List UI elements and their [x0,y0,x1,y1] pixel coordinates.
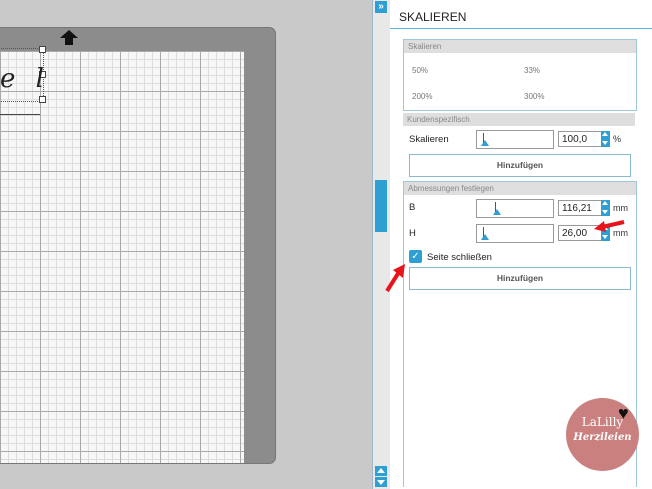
scale-unit: % [613,134,622,144]
logo-line2: Herzileien [573,432,632,443]
arrow-up-icon [377,468,385,473]
width-label: B [409,202,416,213]
custom-add-button[interactable]: Hinzufügen [409,154,631,177]
section-header: Skalieren [404,40,636,53]
slider-thumb[interactable] [481,234,489,240]
stepper-down-icon[interactable] [602,141,608,145]
panel-title: SKALIEREN [399,10,467,24]
feed-direction-arrow-icon [60,30,78,38]
selection-handle-bottom-right[interactable] [39,96,46,103]
scale-label: Skalieren [409,134,449,145]
width-value-input[interactable]: 116,21 [558,200,602,216]
slider-thumb[interactable] [481,140,489,146]
collapse-panel-icon[interactable]: » [375,1,387,13]
heart-icon: ♥ [618,403,629,423]
preset-50[interactable]: 50% [412,66,428,75]
preset-200[interactable]: 200% [412,92,432,101]
stepper-up-icon[interactable] [602,201,608,205]
lock-aspect-checkbox[interactable]: ✓ [409,250,422,263]
stepper-down-icon[interactable] [602,235,608,239]
stepper-up-icon[interactable] [602,132,608,136]
selection-handle-top-right[interactable] [39,46,46,53]
scale-stepper[interactable] [601,131,610,147]
scale-presets-section: Skalieren 50% 33% 200% 300% [403,39,637,111]
canvas-area[interactable]: e l [0,0,372,489]
scroll-up-button[interactable] [375,466,387,476]
dimension-line [0,108,40,115]
width-stepper[interactable] [601,200,610,216]
feed-direction-arrow-stem [65,38,73,45]
scale-value-input[interactable]: 100,0 [558,131,602,147]
section-header: Kundenspezifisch [403,113,635,126]
slider-thumb[interactable] [493,209,501,215]
panel-scrollbar[interactable]: » [372,0,391,489]
scrollbar-thumb[interactable] [375,180,387,232]
section-header: Abmessungen festlegen [404,182,636,195]
lock-aspect-label: Seite schließen [427,252,492,263]
preset-33[interactable]: 33% [524,66,540,75]
design-text[interactable]: e l [0,64,50,94]
width-slider[interactable] [476,199,554,218]
annotation-arrow-icon [385,264,405,293]
dimensions-add-button[interactable]: Hinzufügen [409,267,631,290]
stepper-down-icon[interactable] [602,210,608,214]
height-label: H [409,228,416,239]
scale-slider[interactable] [476,130,554,149]
annotation-arrow-icon [594,220,625,232]
title-divider [390,28,652,29]
width-unit: mm [613,203,628,213]
arrow-down-icon [377,480,385,485]
scroll-down-button[interactable] [375,477,387,487]
preset-300[interactable]: 300% [524,92,544,101]
height-slider[interactable] [476,224,554,243]
